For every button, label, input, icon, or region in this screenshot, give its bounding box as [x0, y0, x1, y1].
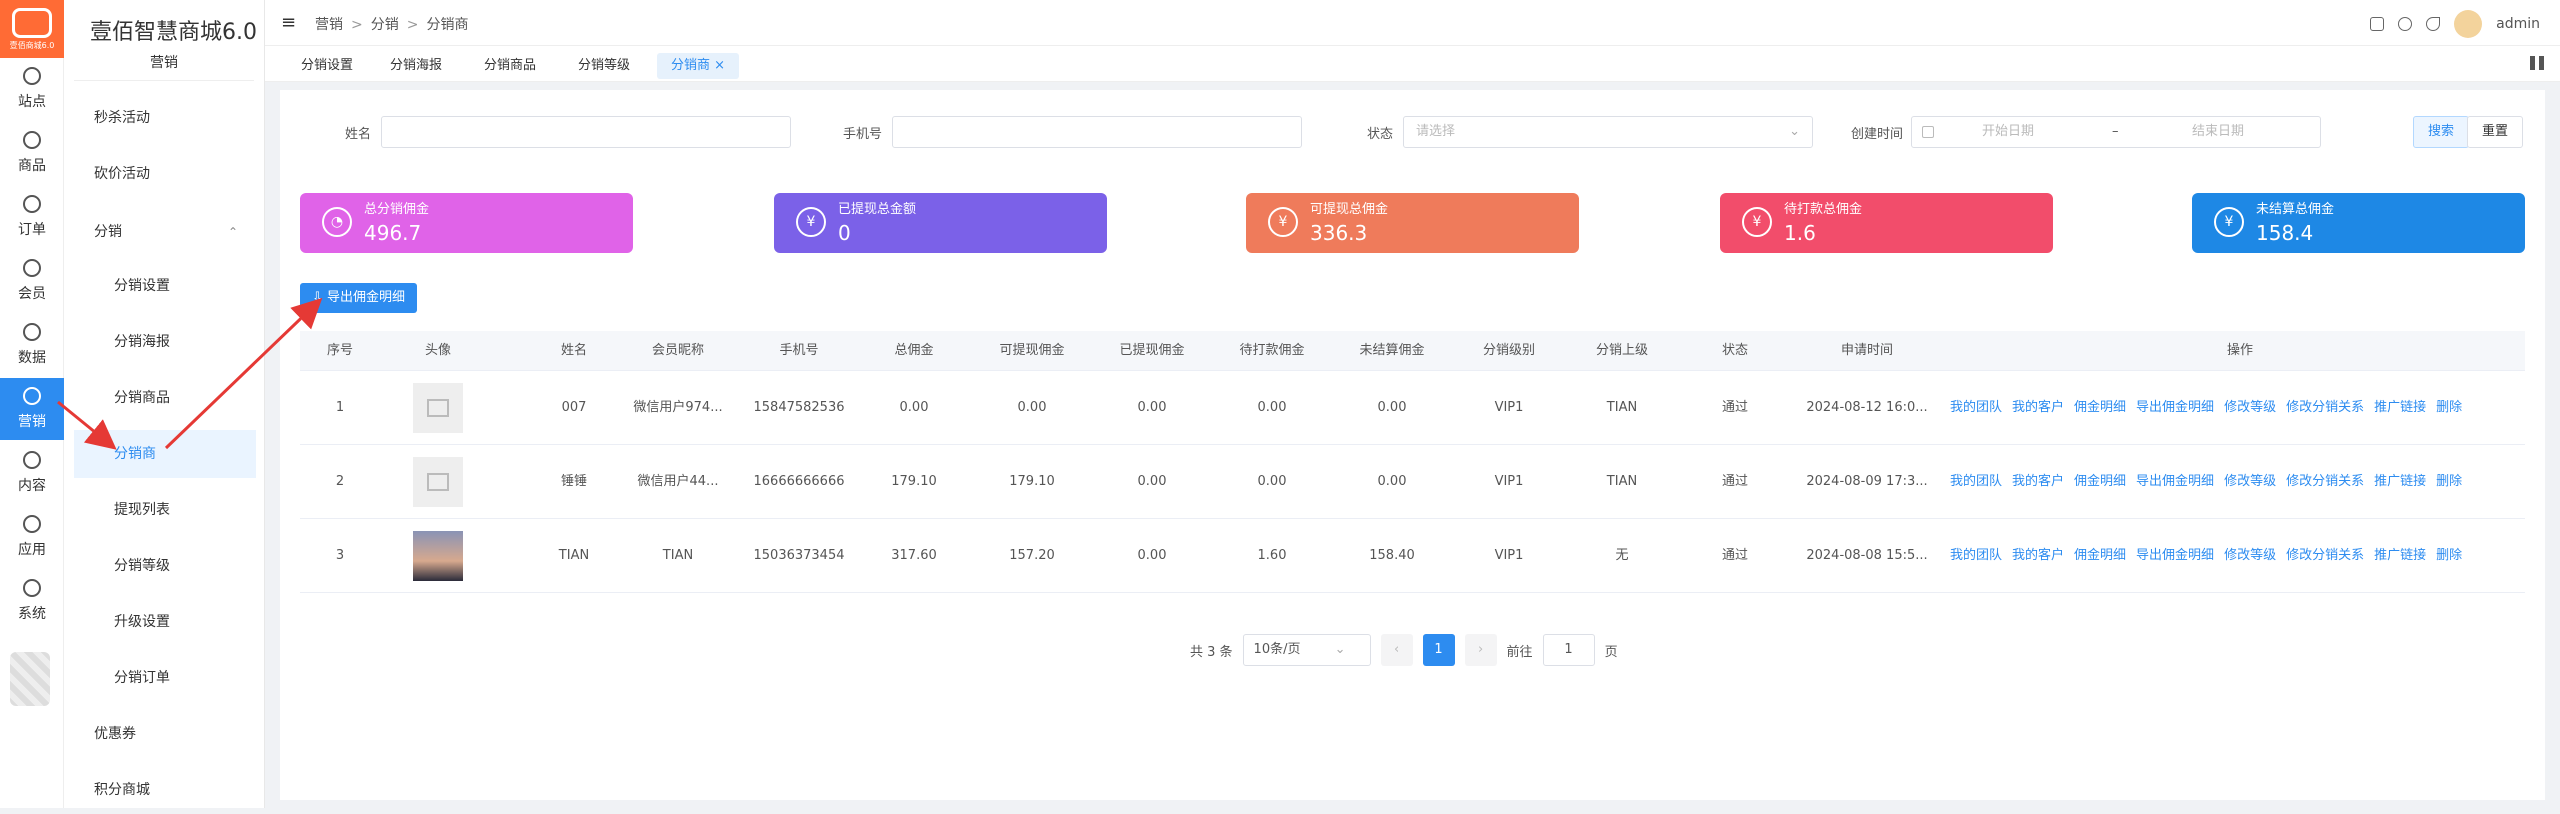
annotation-arrows [57, 297, 323, 450]
arrow-to-export [164, 297, 323, 450]
arrow-to-menu [57, 400, 117, 450]
